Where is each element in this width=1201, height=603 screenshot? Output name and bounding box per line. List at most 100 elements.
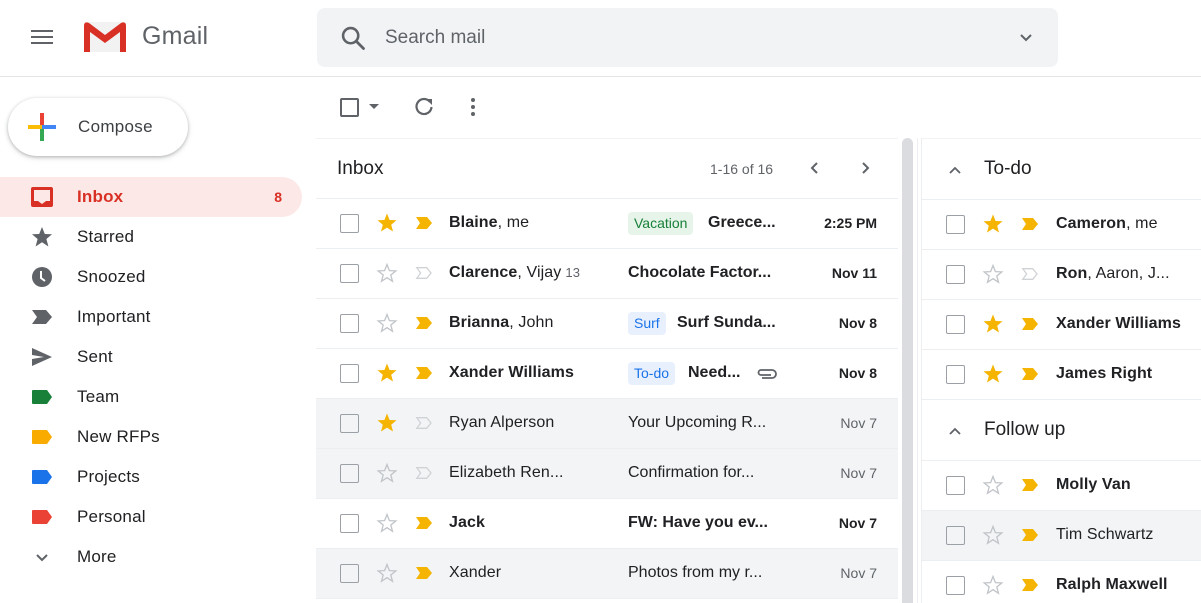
inbox-scrollbar[interactable] bbox=[902, 138, 913, 603]
email-row[interactable]: Tim Schwartz bbox=[922, 511, 1201, 561]
row-checkbox[interactable] bbox=[340, 214, 359, 233]
star-outline-icon[interactable] bbox=[376, 312, 398, 334]
sender-name-rest: Ryan Alperson bbox=[449, 414, 555, 431]
sidebar-item-starred[interactable]: Starred bbox=[0, 217, 302, 257]
label-chip[interactable]: Surf bbox=[628, 312, 666, 335]
email-row[interactable]: Blaine, me Vacation Greece... 2:25 PM bbox=[316, 199, 898, 249]
pane-divider[interactable] bbox=[917, 138, 918, 603]
sidebar-item-inbox[interactable]: Inbox 8 bbox=[0, 177, 302, 217]
email-row[interactable]: Ralph Maxwell bbox=[922, 561, 1201, 603]
main-menu-button[interactable] bbox=[28, 26, 56, 50]
star-filled-icon[interactable] bbox=[376, 412, 398, 434]
search-icon[interactable] bbox=[339, 24, 367, 52]
important-marker-icon[interactable] bbox=[415, 365, 433, 381]
email-row[interactable]: Cameron, me bbox=[922, 200, 1201, 250]
sender-name-bold: Xander Williams bbox=[449, 364, 574, 381]
row-checkbox[interactable] bbox=[340, 564, 359, 583]
email-row[interactable]: Molly Van bbox=[922, 461, 1201, 511]
refresh-icon[interactable] bbox=[413, 96, 435, 118]
important-marker-icon[interactable] bbox=[1021, 366, 1039, 382]
more-vert-icon[interactable] bbox=[466, 96, 480, 118]
star-outline-icon[interactable] bbox=[982, 524, 1004, 546]
email-sender: Ron, Aaron, J... bbox=[1056, 265, 1170, 283]
select-all-checkbox[interactable] bbox=[340, 98, 359, 117]
star-filled-icon[interactable] bbox=[376, 212, 398, 234]
star-outline-icon[interactable] bbox=[376, 562, 398, 584]
gmail-logo-icon[interactable] bbox=[82, 20, 128, 54]
sidebar-item-snoozed[interactable]: Snoozed bbox=[0, 257, 302, 297]
label-chip[interactable]: Vacation bbox=[628, 212, 694, 235]
important-marker-icon[interactable] bbox=[1021, 577, 1039, 593]
important-outline-icon[interactable] bbox=[415, 265, 433, 281]
star-outline-icon[interactable] bbox=[376, 262, 398, 284]
sidebar-item-personal[interactable]: Personal bbox=[0, 497, 302, 537]
star-outline-icon[interactable] bbox=[982, 263, 1004, 285]
important-marker-icon[interactable] bbox=[415, 565, 433, 581]
important-marker-icon[interactable] bbox=[1021, 527, 1039, 543]
email-subject: Your Upcoming R... bbox=[628, 414, 767, 431]
star-filled-icon[interactable] bbox=[376, 362, 398, 384]
search-options-chevron-icon[interactable] bbox=[1018, 30, 1034, 46]
email-row[interactable]: James Right bbox=[922, 350, 1201, 400]
row-checkbox[interactable] bbox=[340, 514, 359, 533]
row-checkbox[interactable] bbox=[946, 265, 965, 284]
row-checkbox[interactable] bbox=[340, 264, 359, 283]
label-icon bbox=[32, 430, 52, 444]
star-filled-icon[interactable] bbox=[982, 313, 1004, 335]
chevron-down-icon bbox=[36, 554, 48, 562]
label-chip[interactable]: To-do bbox=[628, 362, 676, 385]
search-input[interactable] bbox=[385, 22, 985, 54]
important-marker-icon[interactable] bbox=[415, 315, 433, 331]
email-row[interactable]: Xander Photos from my r... Nov 7 bbox=[316, 549, 898, 599]
row-checkbox[interactable] bbox=[340, 314, 359, 333]
email-row[interactable]: Ryan Alperson Your Upcoming R... Nov 7 bbox=[316, 399, 898, 449]
row-checkbox[interactable] bbox=[340, 414, 359, 433]
row-checkbox[interactable] bbox=[946, 576, 965, 595]
email-row[interactable]: Brianna, John Surf Surf Sunda... Nov 8 bbox=[316, 299, 898, 349]
important-marker-icon[interactable] bbox=[1021, 316, 1039, 332]
email-row[interactable]: Elizabeth Ren... Confirmation for... Nov 7 bbox=[316, 449, 898, 499]
email-row[interactable]: Ron, Aaron, J... bbox=[922, 250, 1201, 300]
important-outline-icon[interactable] bbox=[415, 465, 433, 481]
row-checkbox[interactable] bbox=[340, 364, 359, 383]
select-options-caret-icon[interactable] bbox=[369, 104, 379, 109]
row-checkbox[interactable] bbox=[946, 526, 965, 545]
chevron-left-icon[interactable] bbox=[806, 159, 824, 177]
chevron-up-icon[interactable] bbox=[948, 426, 962, 436]
star-outline-icon[interactable] bbox=[376, 462, 398, 484]
important-marker-icon[interactable] bbox=[1021, 477, 1039, 493]
row-checkbox[interactable] bbox=[946, 215, 965, 234]
important-marker-icon[interactable] bbox=[1021, 216, 1039, 232]
sidebar-item-sent[interactable]: Sent bbox=[0, 337, 302, 377]
star-outline-icon[interactable] bbox=[982, 474, 1004, 496]
sidebar-item-projects[interactable]: Projects bbox=[0, 457, 302, 497]
compose-button[interactable]: Compose bbox=[8, 98, 188, 156]
star-outline-icon[interactable] bbox=[982, 574, 1004, 596]
row-checkbox[interactable] bbox=[340, 464, 359, 483]
sender-name-bold: Brianna bbox=[449, 314, 510, 331]
row-checkbox[interactable] bbox=[946, 365, 965, 384]
email-row[interactable]: Xander Williams To-do Need... Nov 8 bbox=[316, 349, 898, 399]
sidebar-item-new-rfps[interactable]: New RFPs bbox=[0, 417, 302, 457]
section-header-to-do[interactable]: To-do bbox=[922, 139, 1201, 200]
chevron-right-icon[interactable] bbox=[856, 159, 874, 177]
chevron-up-icon[interactable] bbox=[948, 165, 962, 175]
email-row[interactable]: Xander Williams bbox=[922, 300, 1201, 350]
email-row[interactable]: Clarence, Vijay 13 Chocolate Factor... Nov … bbox=[316, 249, 898, 299]
star-filled-icon[interactable] bbox=[982, 363, 1004, 385]
sidebar-item-label: Personal bbox=[77, 507, 146, 526]
sidebar-item-more[interactable]: More bbox=[0, 537, 302, 577]
important-outline-icon[interactable] bbox=[415, 415, 433, 431]
row-checkbox[interactable] bbox=[946, 315, 965, 334]
search-bar[interactable] bbox=[317, 8, 1058, 67]
important-marker-icon[interactable] bbox=[415, 215, 433, 231]
section-header-follow-up[interactable]: Follow up bbox=[922, 400, 1201, 461]
important-marker-icon[interactable] bbox=[415, 515, 433, 531]
sidebar-item-important[interactable]: Important bbox=[0, 297, 302, 337]
email-row[interactable]: Jack FW: Have you ev... Nov 7 bbox=[316, 499, 898, 549]
row-checkbox[interactable] bbox=[946, 476, 965, 495]
important-outline-icon[interactable] bbox=[1021, 266, 1039, 282]
star-filled-icon[interactable] bbox=[982, 213, 1004, 235]
sidebar-item-team[interactable]: Team bbox=[0, 377, 302, 417]
star-outline-icon[interactable] bbox=[376, 512, 398, 534]
